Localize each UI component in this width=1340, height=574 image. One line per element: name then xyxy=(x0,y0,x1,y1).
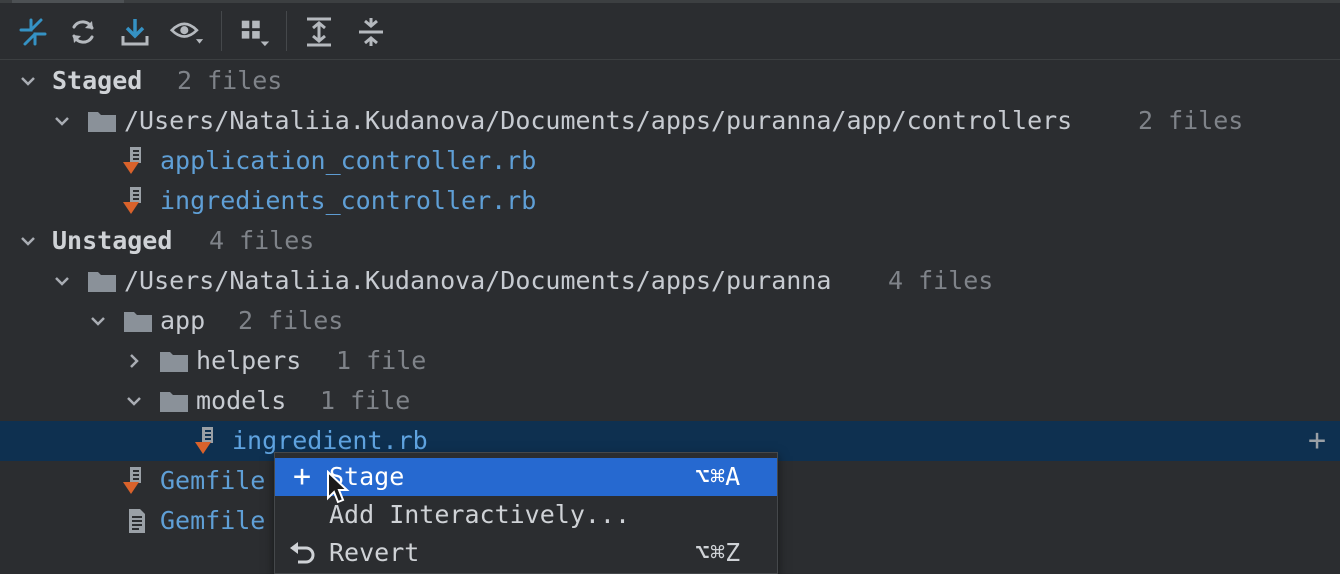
file-name: application_controller.rb xyxy=(160,146,537,175)
ruby-file-modified-icon xyxy=(121,141,153,181)
file-row[interactable]: ingredients_controller.rb xyxy=(0,181,1340,221)
staged-label: Staged xyxy=(52,66,143,95)
mouse-pointer-icon xyxy=(326,469,350,510)
app-folder-name: app xyxy=(160,306,206,335)
toolbar-separator xyxy=(221,11,222,51)
menu-item-label: Add Interactively... xyxy=(329,500,631,529)
eye-icon[interactable] xyxy=(170,15,204,49)
unstaged-folder-row[interactable]: /Users/Nataliia.Kudanova/Documents/apps/… xyxy=(0,261,1340,301)
folder-icon xyxy=(159,341,191,381)
toolbar-separator xyxy=(286,11,287,51)
menu-item-stage[interactable]: + Stage ⌥⌘A xyxy=(275,458,777,496)
unstaged-count: 4 files xyxy=(209,226,315,255)
text-file-icon xyxy=(125,501,157,541)
expand-all-icon[interactable] xyxy=(302,15,336,49)
helpers-folder-count: 1 file xyxy=(336,346,427,375)
chevron-down-icon[interactable] xyxy=(124,381,144,421)
models-folder-name: models xyxy=(196,386,287,415)
folder-icon xyxy=(87,101,119,141)
stage-plus-button[interactable]: + xyxy=(1308,421,1326,461)
ruby-file-modified-icon xyxy=(121,181,153,221)
chevron-down-icon[interactable] xyxy=(52,261,72,301)
chevron-down-icon[interactable] xyxy=(18,221,38,261)
menu-item-shortcut: ⌥⌘A xyxy=(695,462,741,491)
chevron-down-icon[interactable] xyxy=(52,101,72,141)
menu-item-shortcut: ⌥⌘Z xyxy=(695,538,741,567)
menu-item-revert[interactable]: Revert ⌥⌘Z xyxy=(275,534,777,572)
update-icon[interactable] xyxy=(118,15,152,49)
group-by-icon[interactable] xyxy=(238,15,272,49)
models-folder-count: 1 file xyxy=(320,386,411,415)
ruby-file-modified-icon xyxy=(193,421,225,461)
folder-icon xyxy=(123,301,155,341)
staged-folder-row[interactable]: /Users/Nataliia.Kudanova/Documents/apps/… xyxy=(0,101,1340,141)
file-name: ingredients_controller.rb xyxy=(160,186,537,215)
chevron-down-icon[interactable] xyxy=(88,301,108,341)
helpers-folder-row[interactable]: helpers 1 file xyxy=(0,341,1340,381)
app-folder-row[interactable]: app 2 files xyxy=(0,301,1340,341)
revert-icon xyxy=(287,534,317,572)
staged-folder-path: /Users/Nataliia.Kudanova/Documents/apps/… xyxy=(124,106,1073,135)
toolbar xyxy=(0,3,1340,60)
file-row[interactable]: application_controller.rb xyxy=(0,141,1340,181)
staged-folder-count: 2 files xyxy=(1138,106,1244,135)
plus-icon: + xyxy=(292,459,312,494)
folder-icon xyxy=(87,261,119,301)
staged-group-row[interactable]: Staged 2 files xyxy=(0,61,1340,101)
unstaged-label: Unstaged xyxy=(52,226,173,255)
unstaged-folder-count: 4 files xyxy=(888,266,994,295)
folder-icon xyxy=(159,381,191,421)
file-name: Gemfile xyxy=(160,466,266,495)
file-name: Gemfile xyxy=(160,506,266,535)
helpers-folder-name: helpers xyxy=(196,346,302,375)
chevron-down-icon[interactable] xyxy=(18,61,38,101)
file-modified-icon xyxy=(121,461,153,501)
staged-count: 2 files xyxy=(177,66,283,95)
app-folder-count: 2 files xyxy=(238,306,344,335)
commit-icon[interactable] xyxy=(16,15,50,49)
chevron-right-icon[interactable] xyxy=(124,341,144,381)
refresh-icon[interactable] xyxy=(66,15,100,49)
models-folder-row[interactable]: models 1 file xyxy=(0,381,1340,421)
unstaged-folder-path: /Users/Nataliia.Kudanova/Documents/apps/… xyxy=(124,266,832,295)
menu-item-add-interactively[interactable]: Add Interactively... xyxy=(275,496,777,534)
menu-item-label: Revert xyxy=(329,538,420,567)
unstaged-group-row[interactable]: Unstaged 4 files xyxy=(0,221,1340,261)
collapse-all-icon[interactable] xyxy=(354,15,388,49)
